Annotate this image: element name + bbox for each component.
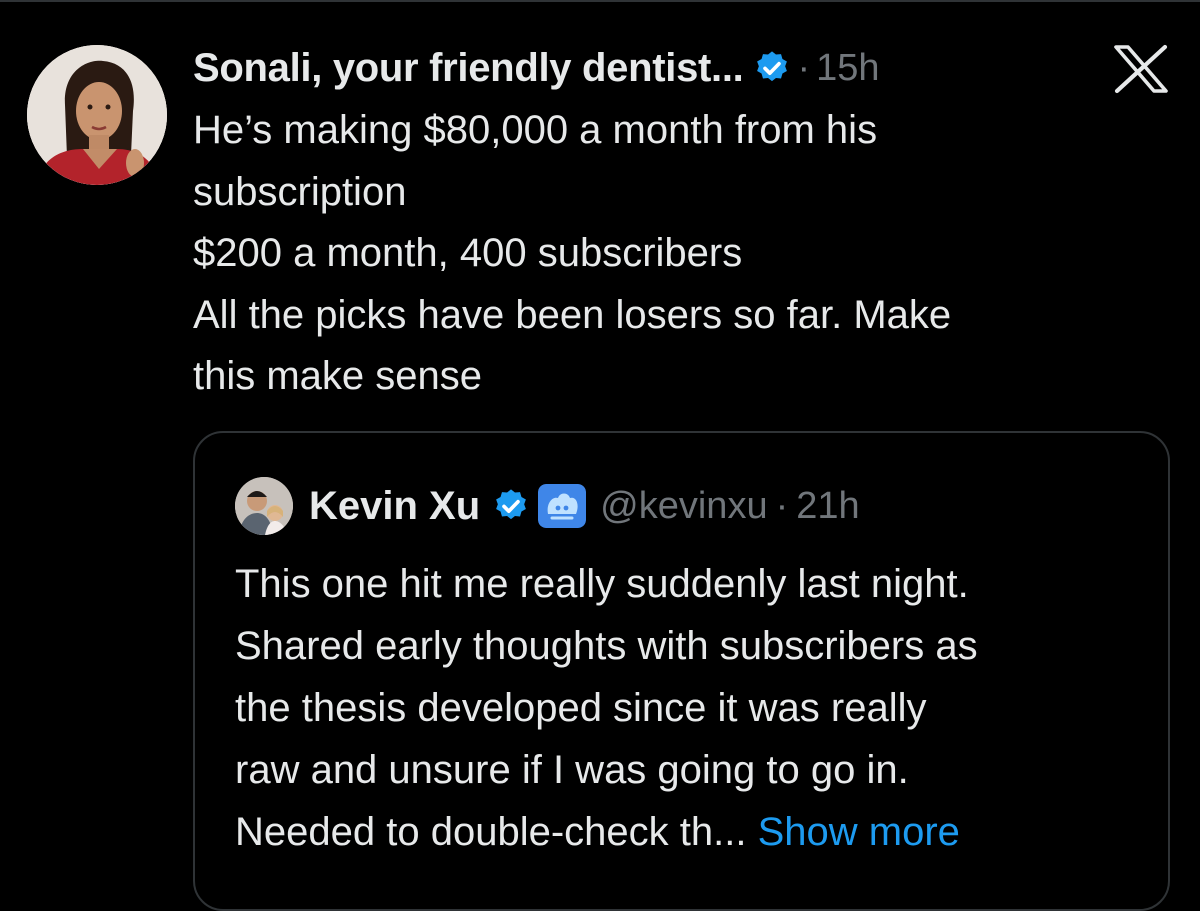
author-avatar[interactable] bbox=[27, 45, 167, 185]
top-divider bbox=[0, 0, 1200, 2]
tweet-time[interactable]: 15h bbox=[816, 47, 879, 90]
quoted-tweet-text-line: This one hit me really suddenly last nig… bbox=[235, 562, 969, 606]
quoted-tweet-text: This one hit me really suddenly last nig… bbox=[235, 553, 1155, 863]
tweet-text: He’s making $80,000 a month from his sub… bbox=[193, 100, 1153, 408]
quoted-tweet-separator: · bbox=[775, 484, 789, 527]
quoted-tweet-text-line: Needed to double-check th... bbox=[235, 810, 747, 854]
quoted-tweet-text-line: Shared early thoughts with subscribers a… bbox=[235, 624, 978, 668]
tweet-text-line: All the picks have been losers so far. M… bbox=[193, 292, 952, 337]
x-logo-icon bbox=[1110, 44, 1172, 94]
quoted-tweet-header: Kevin Xu @kevinxu · 21h bbox=[235, 477, 860, 535]
quoted-author-avatar[interactable] bbox=[235, 477, 293, 535]
tweet-text-line: this make sense bbox=[193, 354, 483, 398]
author-name[interactable]: Sonali, your friendly dentist... bbox=[193, 46, 744, 91]
tweet-text-line: subscription bbox=[193, 169, 407, 214]
quoted-author-name[interactable]: Kevin Xu bbox=[309, 484, 480, 529]
quoted-tweet-time[interactable]: 21h bbox=[796, 485, 859, 528]
tweet-text-line: He’s making $80,000 a month from his bbox=[193, 108, 878, 152]
quoted-tweet-card[interactable]: Kevin Xu @kevinxu · 21h This one hit me … bbox=[193, 431, 1170, 911]
quoted-tweet-text-line: the thesis developed since it was really bbox=[235, 686, 927, 730]
verified-badge-icon[interactable] bbox=[753, 49, 791, 87]
tweet-separator: · bbox=[797, 46, 811, 89]
quoted-author-handle[interactable]: @kevinxu bbox=[600, 485, 767, 528]
verified-badge-icon[interactable] bbox=[492, 487, 530, 525]
tweet-text-line: $200 a month, 400 subscribers bbox=[193, 231, 743, 275]
tweet-header: Sonali, your friendly dentist... · 15h bbox=[193, 40, 880, 96]
show-more-link[interactable]: Show more bbox=[758, 810, 960, 854]
quoted-tweet-last-line: Needed to double-check th... Show more bbox=[235, 801, 1155, 863]
quoted-tweet-text-line: raw and unsure if I was going to go in. bbox=[235, 748, 909, 792]
affiliate-badge-icon[interactable] bbox=[538, 484, 587, 528]
